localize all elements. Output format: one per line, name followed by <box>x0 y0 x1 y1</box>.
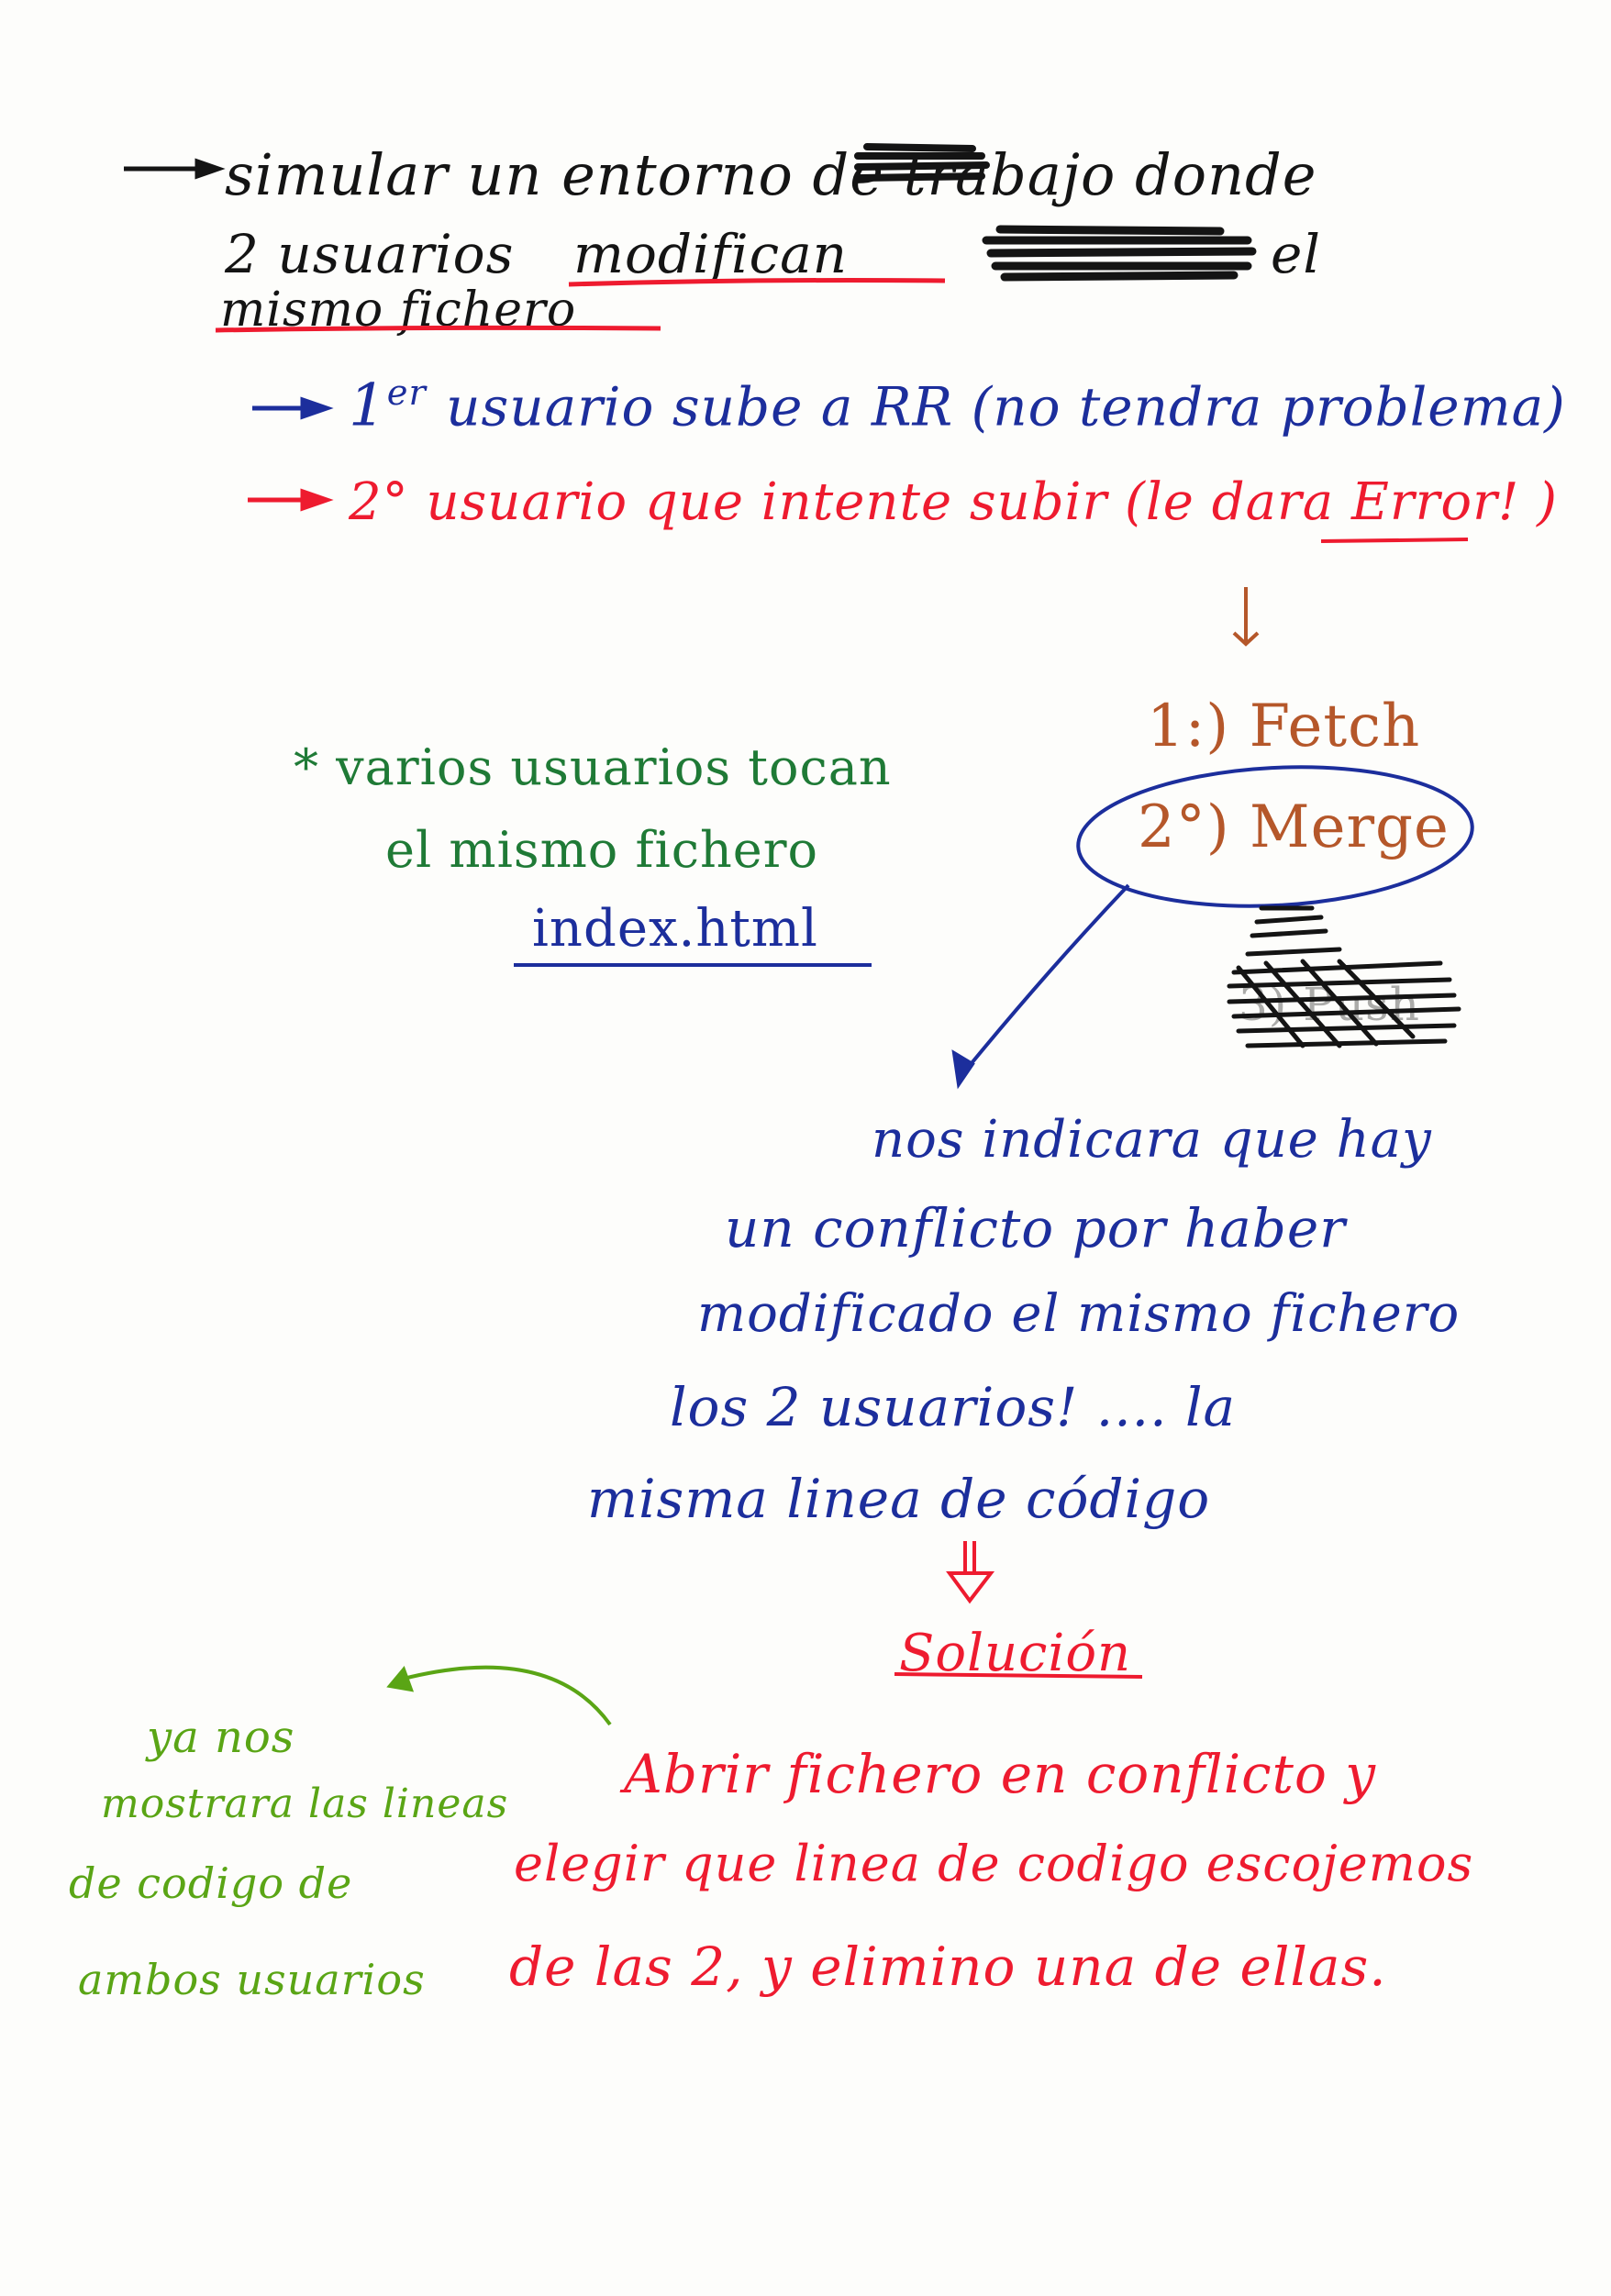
step-1-prefix: 1 <box>349 372 387 440</box>
arrow-down-icon <box>1232 587 1260 647</box>
side-note-line-2: el mismo fichero <box>385 821 819 879</box>
fetch-step: 1:) Fetch <box>1147 693 1421 760</box>
solution-line-1: Abrir fichero en conflicto y <box>624 1743 1377 1805</box>
scribble-crossed-word-2 <box>982 225 1257 282</box>
step-2-line: 2° usuario que intente subir (le dara Er… <box>349 477 1558 528</box>
arrow-right-icon <box>124 158 226 180</box>
side-note-line-1: * varios usuarios tocan <box>294 738 892 796</box>
conflict-line-1: nos indicara que hay <box>872 1110 1432 1170</box>
step-2-text: usuario que intente subir (le dara <box>426 472 1335 532</box>
merge-step: 2°) Merge <box>1138 793 1450 861</box>
intro-line-2-word: modifican <box>573 223 849 285</box>
green-note-line-3: de codigo de <box>69 1858 353 1908</box>
step-1-text: usuario sube a RR (no tendra problema) <box>446 375 1566 438</box>
conflict-line-4: los 2 usuarios! .... la <box>670 1376 1237 1438</box>
intro-line-2-start: 2 usuarios <box>225 223 515 285</box>
handwritten-page: simular un entorno de trabajo donde 2 us… <box>0 0 1611 2296</box>
green-note-line-2: mostrara las lineas <box>101 1780 509 1827</box>
arrow-right-icon <box>252 396 334 420</box>
conflict-line-5: misma linea de código <box>587 1468 1211 1530</box>
step-2-error: Error <box>1350 472 1498 532</box>
side-note-filename: index.html <box>532 899 818 959</box>
intro-line-3: mismo fichero <box>220 283 577 338</box>
step-2-prefix: 2° <box>349 472 409 532</box>
step-1-sup: er <box>386 372 427 414</box>
step-2-end: ! ) <box>1497 472 1558 532</box>
arrow-right-icon <box>248 488 334 512</box>
curved-arrow-icon <box>386 1665 612 1726</box>
intro-line-2-end: el <box>1271 223 1321 285</box>
push-step-crossed: 3) Push <box>1239 978 1420 1031</box>
solution-title: Solución <box>899 1624 1132 1683</box>
step-1-line: 1er usuario sube a RR (no tendra problem… <box>349 375 1566 438</box>
conflict-line-3: modificado el mismo fichero <box>697 1284 1461 1344</box>
underline-error <box>1320 538 1469 543</box>
hollow-arrow-down-icon <box>946 1541 995 1604</box>
arrow-down-icon <box>951 883 1130 1090</box>
green-note-line-4: ambos usuarios <box>78 1955 426 2004</box>
solution-line-3: de las 2, y elimino una de ellas. <box>509 1936 1387 1998</box>
solution-line-2: elegir que linea de codigo escojemos <box>514 1835 1474 1892</box>
conflict-line-2: un conflicto por haber <box>725 1197 1346 1259</box>
green-note-line-1: ya nos <box>147 1712 295 1763</box>
intro-line-1: simular un entorno de trabajo donde <box>225 141 1317 208</box>
